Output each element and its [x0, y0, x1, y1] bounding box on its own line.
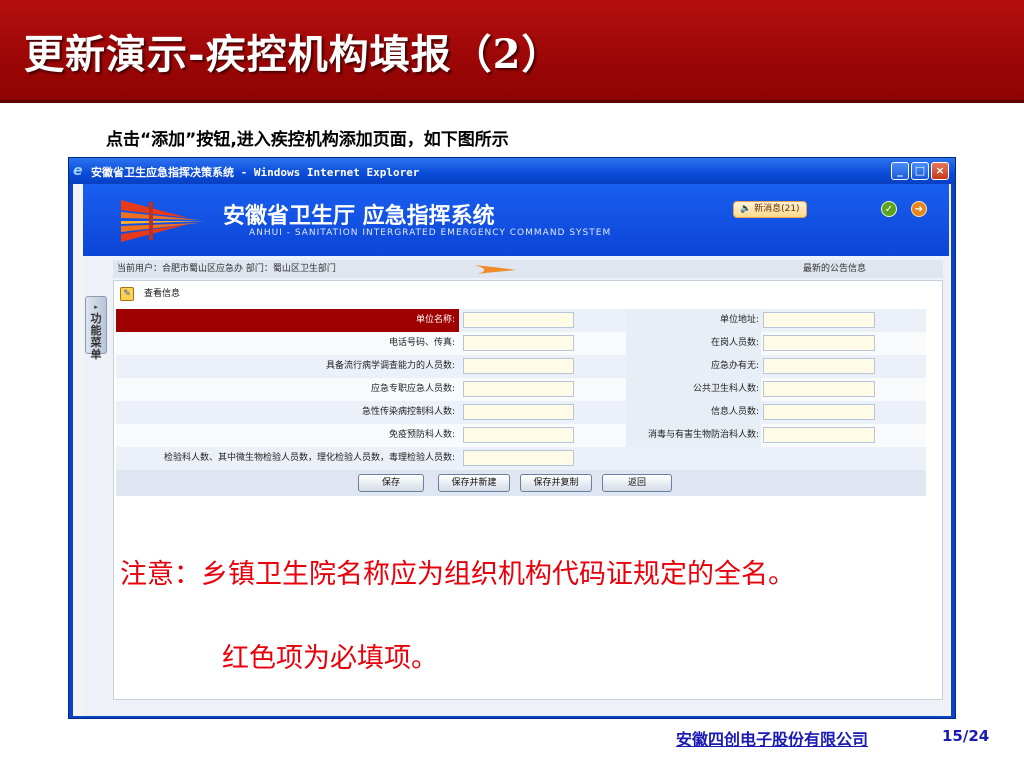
- action-bar: 保存 保存并新建 保存并复制 返回: [116, 470, 926, 496]
- app-banner: 安徽省卫生厅 应急指挥系统 ANHUI - SANITATION INTERGR…: [83, 184, 949, 256]
- close-button[interactable]: ×: [931, 162, 949, 180]
- lab-staff-label: 检验科人数、其中微生物检验人员数，理化检验人员数，毒理检验人员数:: [163, 453, 455, 463]
- instruction-text: 点击“添加”按钮,进入疾控机构添加页面，如下图所示: [106, 130, 509, 150]
- slide-header: 更新演示-疾控机构填报（2）: [0, 0, 1024, 103]
- system-logo-icon: [121, 200, 205, 242]
- form-row: 具备流行病学调查能力的人员数: 应急办有无:: [116, 355, 926, 378]
- window-titlebar[interactable]: e 安徽省卫生应急指挥决策系统 - Windows Internet Explo…: [69, 158, 955, 184]
- current-user-text: 当前用户：合肥市蜀山区应急办 部门：蜀山区卫生部门: [117, 264, 336, 274]
- slide-title: 更新演示-疾控机构填报（2）: [24, 31, 563, 78]
- app-title-cn: 安徽省卫生厅 应急指挥系统: [223, 203, 495, 229]
- save-and-copy-button[interactable]: 保存并复制: [520, 474, 592, 492]
- unit-address-label: 单位地址:: [626, 309, 761, 332]
- speaker-icon: 🔈: [740, 204, 752, 214]
- browser-content: 安徽省卫生厅 应急指挥系统 ANHUI - SANITATION INTERGR…: [73, 184, 951, 716]
- epidemiology-staff-label: 具备流行病学调查能力的人员数:: [325, 361, 455, 371]
- app-body: ▸ 功能菜单 当前用户：合肥市蜀山区应急办 部门：蜀山区卫生部门 最新的公告信息…: [83, 256, 949, 716]
- menu-tab-label: 功能菜单: [90, 312, 102, 361]
- required-note-text: 红色项为必填项。: [222, 643, 438, 674]
- disinfection-staff-label: 消毒与有害生物防治科人数:: [626, 424, 761, 447]
- phone-fax-input[interactable]: [463, 335, 574, 351]
- emergency-staff-label: 应急专职应急人员数:: [370, 384, 455, 394]
- immunization-staff-label: 免疫预防科人数:: [388, 430, 455, 440]
- lab-staff-input[interactable]: [463, 450, 574, 466]
- view-info-icon: ✎: [120, 287, 134, 301]
- info-staff-label: 信息人员数:: [626, 401, 761, 424]
- page-number: 15/24: [942, 727, 990, 745]
- footer-company: 安徽四创电子股份有限公司: [676, 730, 869, 749]
- emergency-office-input[interactable]: [763, 358, 875, 374]
- unit-name-label: 单位名称:: [116, 309, 459, 332]
- app-title-en: ANHUI - SANITATION INTERGRATED EMERGENCY…: [249, 228, 612, 238]
- form-row: 应急专职应急人员数: 公共卫生科人数:: [116, 378, 926, 401]
- exit-icon[interactable]: ➜: [911, 201, 927, 217]
- staff-on-duty-input[interactable]: [763, 335, 875, 351]
- function-menu-tab[interactable]: ▸ 功能菜单: [85, 296, 107, 361]
- unit-address-input[interactable]: [763, 312, 875, 328]
- epidemiology-staff-input[interactable]: [463, 358, 574, 374]
- save-and-new-button[interactable]: 保存并新建: [438, 474, 510, 492]
- ie-logo-icon: e: [73, 163, 83, 179]
- form-row: 免疫预防科人数: 消毒与有害生物防治科人数:: [116, 424, 926, 447]
- infectious-control-input[interactable]: [463, 404, 574, 420]
- back-button[interactable]: 返回: [602, 474, 672, 492]
- form-row: 电话号码、传真: 在岗人员数:: [116, 332, 926, 355]
- phone-fax-label: 电话号码、传真:: [388, 338, 455, 348]
- save-button[interactable]: 保存: [358, 474, 424, 492]
- new-messages-label: 新消息(21): [754, 204, 800, 214]
- form-row: 检验科人数、其中微生物检验人员数，理化检验人员数，毒理检验人员数:: [116, 447, 926, 470]
- form-row: 单位名称: 单位地址:: [116, 309, 926, 332]
- new-messages-button[interactable]: 🔈 新消息(21): [733, 201, 807, 218]
- public-health-staff-label: 公共卫生科人数:: [626, 378, 761, 401]
- swoosh-icon: [474, 265, 516, 274]
- panel-title: 查看信息: [144, 289, 181, 299]
- info-staff-input[interactable]: [763, 404, 875, 420]
- panel-header: ✎ 查看信息: [114, 281, 942, 307]
- public-health-staff-input[interactable]: [763, 381, 875, 397]
- confirm-icon[interactable]: ✓: [881, 201, 897, 217]
- announcement-link[interactable]: 最新的公告信息: [803, 260, 866, 278]
- emergency-office-label: 应急办有无:: [626, 355, 761, 378]
- unit-name-input[interactable]: [463, 312, 574, 328]
- immunization-staff-input[interactable]: [463, 427, 574, 443]
- maximize-button[interactable]: □: [911, 162, 929, 180]
- ie-window: e 安徽省卫生应急指挥决策系统 - Windows Internet Explo…: [68, 157, 956, 719]
- infectious-control-label: 急性传染病控制科人数:: [361, 407, 455, 417]
- staff-on-duty-label: 在岗人员数:: [626, 332, 761, 355]
- info-bar: 当前用户：合肥市蜀山区应急办 部门：蜀山区卫生部门 最新的公告信息: [113, 260, 943, 278]
- emergency-staff-input[interactable]: [463, 381, 574, 397]
- note-text: 注意：乡镇卫生院名称应为组织机构代码证规定的全名。: [120, 559, 795, 590]
- disinfection-staff-input[interactable]: [763, 427, 875, 443]
- minimize-button[interactable]: _: [891, 162, 909, 180]
- window-title: 安徽省卫生应急指挥决策系统 - Windows Internet Explore…: [91, 166, 420, 179]
- form-row: 急性传染病控制科人数: 信息人员数:: [116, 401, 926, 424]
